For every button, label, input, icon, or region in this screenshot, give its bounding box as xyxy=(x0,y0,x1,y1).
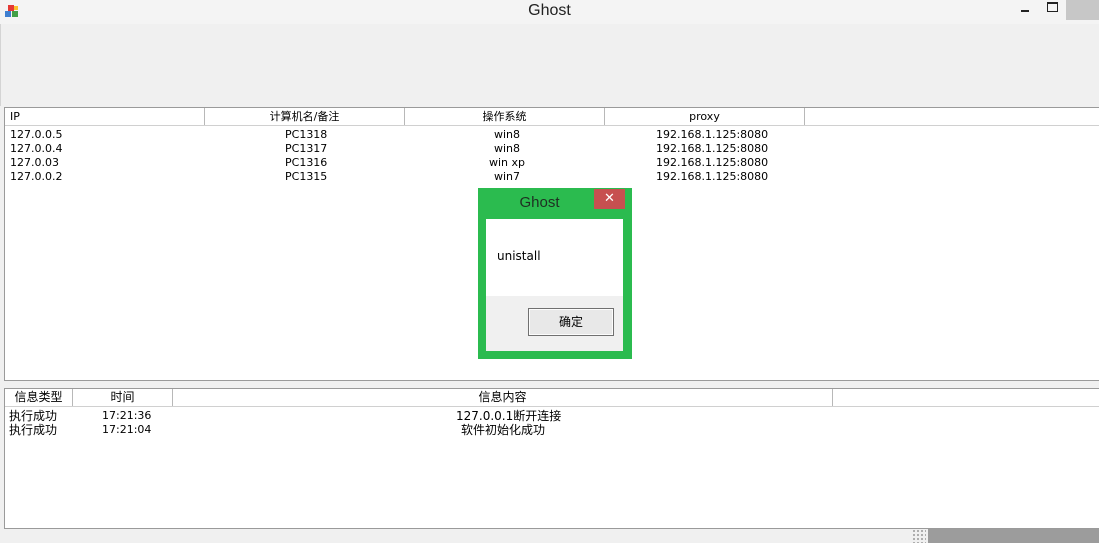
column-header-blank xyxy=(805,108,1099,125)
cell-computer-name: PC1315 xyxy=(285,170,328,183)
cell-os: win7 xyxy=(494,170,521,183)
dialog-footer: 确定 xyxy=(486,296,623,351)
maximize-icon xyxy=(1047,2,1058,12)
column-header-blank xyxy=(833,389,1099,406)
title-bar: Ghost xyxy=(0,0,1099,24)
resize-grip-icon[interactable] xyxy=(912,529,926,543)
ok-button[interactable]: 确定 xyxy=(528,308,614,336)
cell-computer-name: PC1318 xyxy=(285,128,328,141)
table-row[interactable]: 127.0.0.2 PC1315 win7 192.168.1.125:8080 xyxy=(5,170,1099,184)
table-row[interactable]: 127.0.0.4 PC1317 win8 192.168.1.125:8080 xyxy=(5,142,1099,156)
table-row[interactable]: 127.0.03 PC1316 win xp 192.168.1.125:808… xyxy=(5,156,1099,170)
cell-proxy: 192.168.1.125:8080 xyxy=(656,128,769,141)
column-header-ip[interactable]: IP xyxy=(5,108,205,125)
cell-time: 17:21:04 xyxy=(102,423,152,436)
toolbar-area xyxy=(0,24,1099,106)
column-header-proxy[interactable]: proxy xyxy=(605,108,805,125)
dialog-title: Ghost xyxy=(519,194,560,211)
column-header-time[interactable]: 时间 xyxy=(73,389,173,406)
cell-ip: 127.0.0.2 xyxy=(10,170,63,183)
cell-ip: 127.0.0.4 xyxy=(10,142,63,155)
column-header-content[interactable]: 信息内容 xyxy=(173,389,833,406)
cell-computer-name: PC1317 xyxy=(285,142,328,155)
cell-time: 17:21:36 xyxy=(102,409,152,422)
log-list[interactable]: 信息类型 时间 信息内容 执行成功 17:21:36 127.0.0.1断开连接… xyxy=(4,388,1099,529)
cell-os: win8 xyxy=(494,142,521,155)
cell-proxy: 192.168.1.125:8080 xyxy=(656,170,769,183)
column-header-info-type[interactable]: 信息类型 xyxy=(5,389,73,406)
dialog-body: unistall 确定 xyxy=(486,219,623,351)
table-row[interactable]: 执行成功 17:21:04 软件初始化成功 xyxy=(5,423,1099,437)
message-dialog: Ghost ✕ unistall 确定 xyxy=(478,188,632,359)
horizontal-scrollbar[interactable] xyxy=(0,529,1099,543)
cell-content: 127.0.0.1断开连接 xyxy=(456,409,562,423)
host-list-header: IP 计算机名/备注 操作系统 proxy xyxy=(5,108,1099,126)
cell-os: win xp xyxy=(489,156,526,169)
cell-ip: 127.0.03 xyxy=(10,156,59,169)
cell-proxy: 192.168.1.125:8080 xyxy=(656,156,769,169)
cell-computer-name: PC1316 xyxy=(285,156,328,169)
cell-proxy: 192.168.1.125:8080 xyxy=(656,142,769,155)
dialog-close-button[interactable]: ✕ xyxy=(594,189,625,209)
window-title: Ghost xyxy=(528,2,571,19)
minimize-button[interactable] xyxy=(1011,0,1039,20)
minimize-icon xyxy=(1021,10,1029,12)
close-button[interactable] xyxy=(1066,0,1099,20)
table-row[interactable]: 执行成功 17:21:36 127.0.0.1断开连接 xyxy=(5,409,1099,423)
cell-content: 软件初始化成功 xyxy=(461,423,546,437)
cell-info-type: 执行成功 xyxy=(9,423,58,437)
dialog-message: unistall xyxy=(497,249,541,263)
scrollbar-thumb[interactable] xyxy=(928,529,1099,543)
cell-info-type: 执行成功 xyxy=(9,409,58,423)
maximize-button[interactable] xyxy=(1039,0,1065,20)
log-list-header: 信息类型 时间 信息内容 xyxy=(5,389,1099,407)
cell-ip: 127.0.0.5 xyxy=(10,128,63,141)
table-row[interactable]: 127.0.0.5 PC1318 win8 192.168.1.125:8080 xyxy=(5,128,1099,142)
column-header-os[interactable]: 操作系统 xyxy=(405,108,605,125)
cell-os: win8 xyxy=(494,128,521,141)
column-header-computer-name[interactable]: 计算机名/备注 xyxy=(205,108,405,125)
